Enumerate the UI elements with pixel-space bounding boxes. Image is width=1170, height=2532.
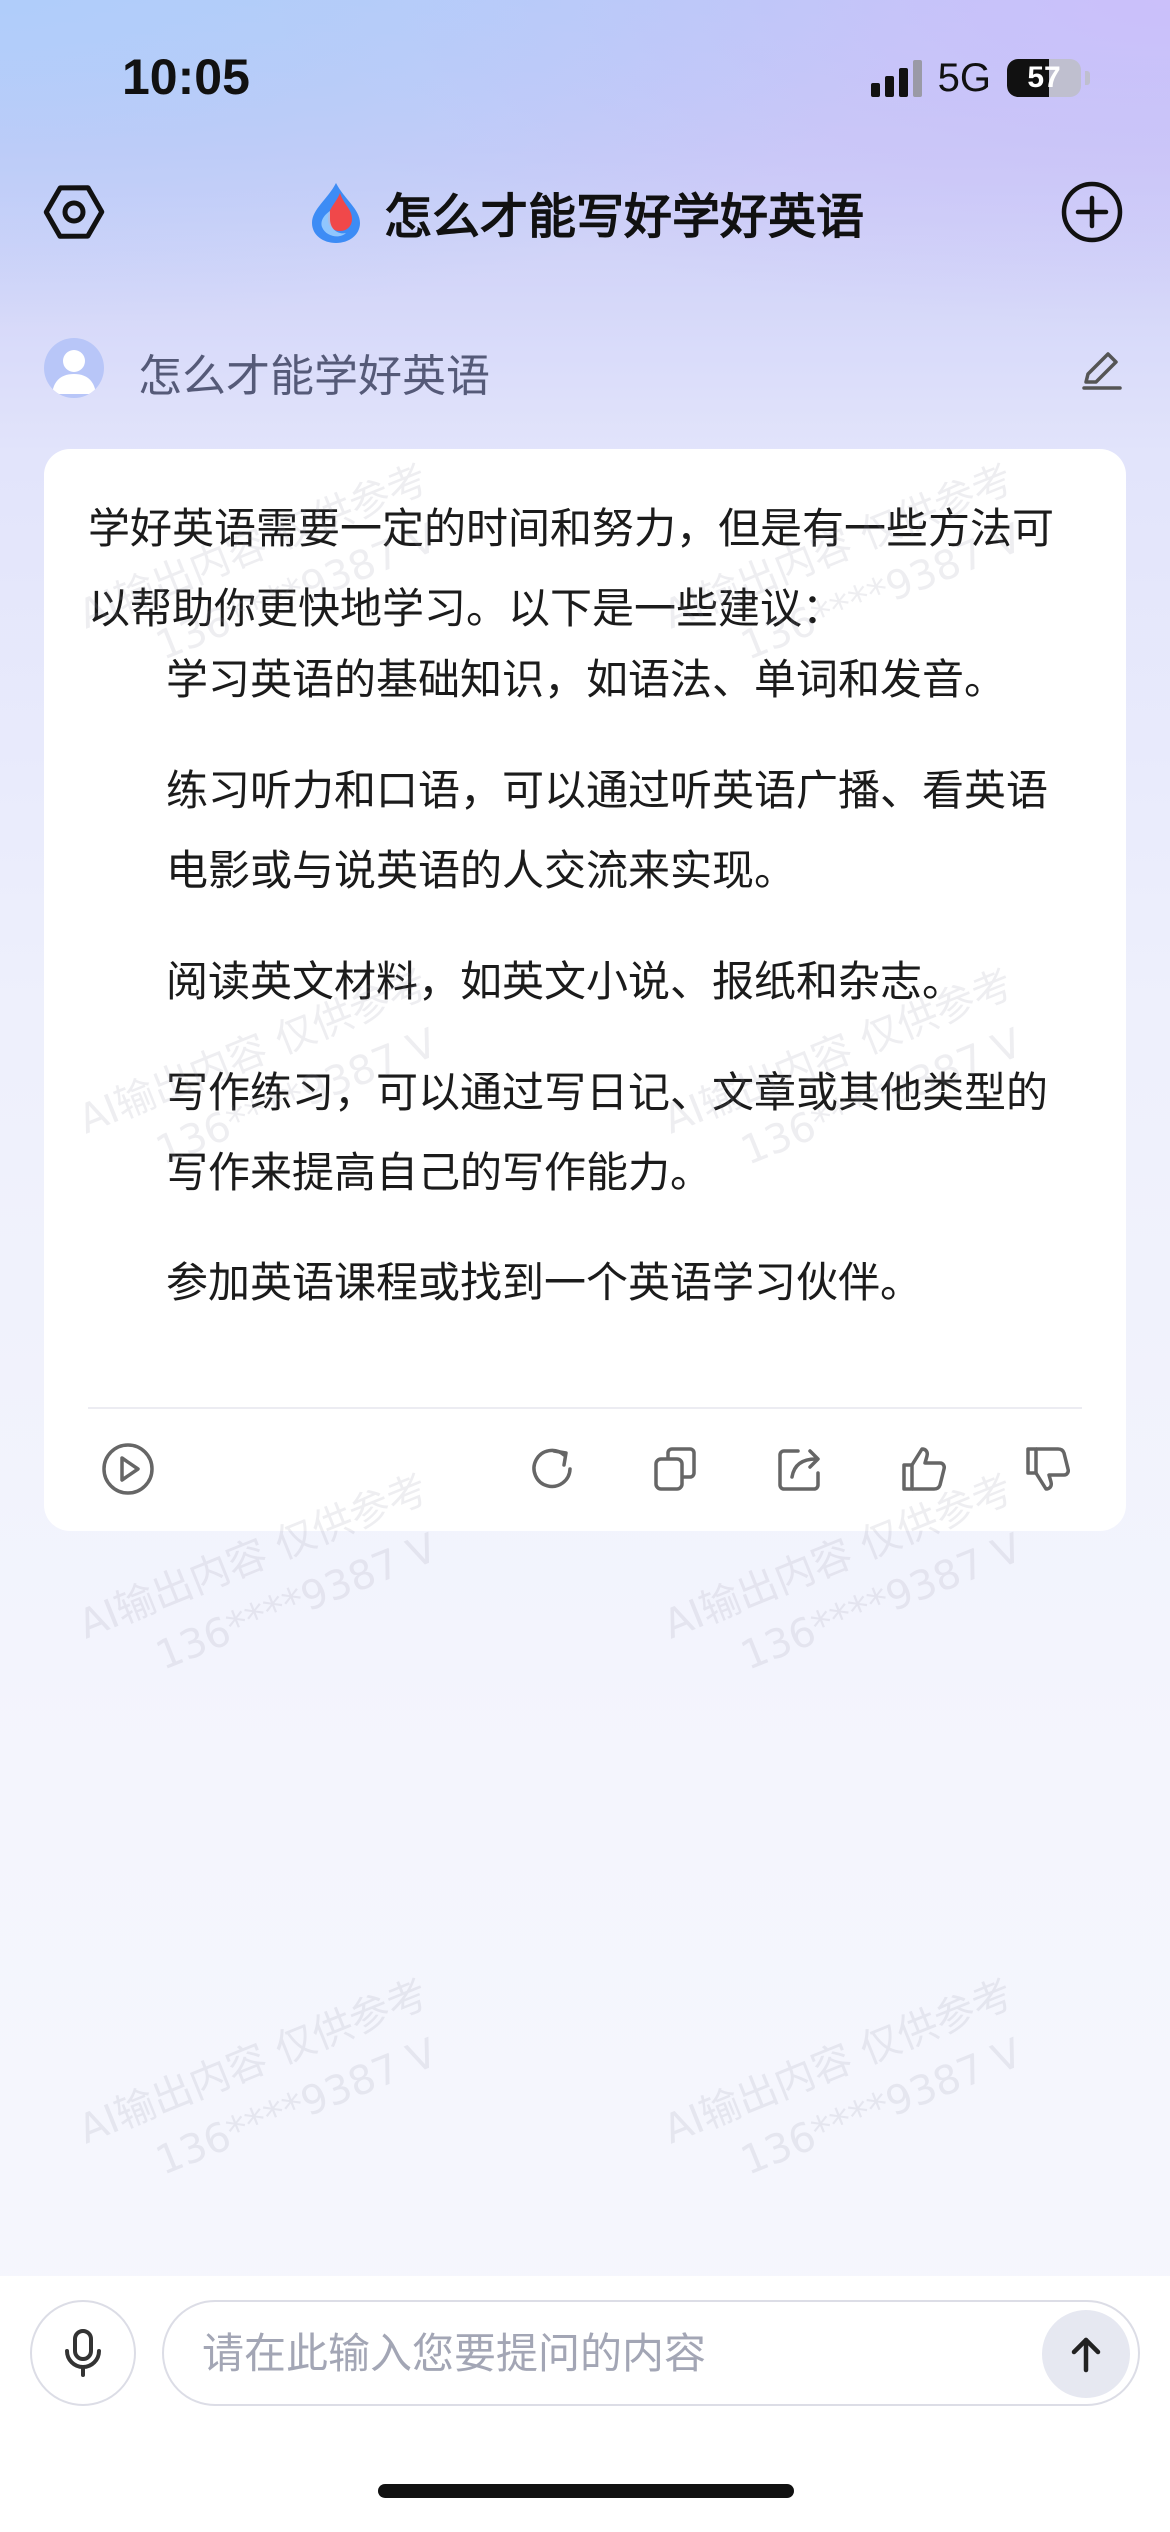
plus-circle-icon [1061,181,1123,243]
network-label: 5G [937,55,991,100]
answer-item-1: 学习英语的基础知识，如语法、单词和发音。 [166,655,1007,704]
page-title: 怎么才能写好学好英语 [383,189,864,245]
refresh-icon [532,1448,572,1489]
signal-icon [870,59,922,97]
copy-icon [654,1447,696,1491]
watermark: AI输出内容 仅供参考 136****9387 V [72,1971,444,2185]
arrow-up-icon [1071,2337,1101,2373]
thumbs-down-icon [1026,1447,1070,1491]
play-circle-icon [102,1443,154,1495]
send-button[interactable] [1042,2310,1130,2398]
regenerate-button[interactable] [522,1439,582,1499]
battery-level: 57 [1027,61,1061,94]
edit-question-button[interactable] [1076,344,1126,394]
microphone-icon [65,2329,101,2377]
copy-button[interactable] [646,1439,706,1499]
header: 怎么才能写好学好英语 [0,176,1170,248]
voice-input-button[interactable] [30,2300,136,2406]
home-indicator[interactable] [378,2484,794,2498]
share-button[interactable] [770,1439,830,1499]
question-input-box[interactable] [162,2300,1140,2406]
user-question: 怎么才能学好英语 [138,351,490,402]
answer-item-2: 练习听力和口语，可以通过听英语广播、看英语电影或与说英语的人交流来实现。 [166,766,1049,895]
battery-icon: 57 [1007,59,1081,97]
card-divider [88,1407,1082,1409]
answer-item-5: 参加英语课程或找到一个英语学习伙伴。 [166,1258,923,1307]
status-indicators: 5G 57 [870,55,1090,100]
dislike-button[interactable] [1018,1439,1078,1499]
user-avatar-icon [44,338,104,398]
play-button[interactable] [98,1439,158,1499]
question-input[interactable] [200,2327,964,2379]
flame-drop-logo-icon [311,183,360,243]
watermark: AI输出内容 仅供参考 136****9387 V [657,1971,1029,2185]
share-icon [778,1449,820,1491]
status-time: 10:05 [122,49,250,105]
new-chat-button[interactable] [1060,180,1124,244]
battery-tip [1085,71,1090,85]
pencil-icon [1082,352,1122,390]
